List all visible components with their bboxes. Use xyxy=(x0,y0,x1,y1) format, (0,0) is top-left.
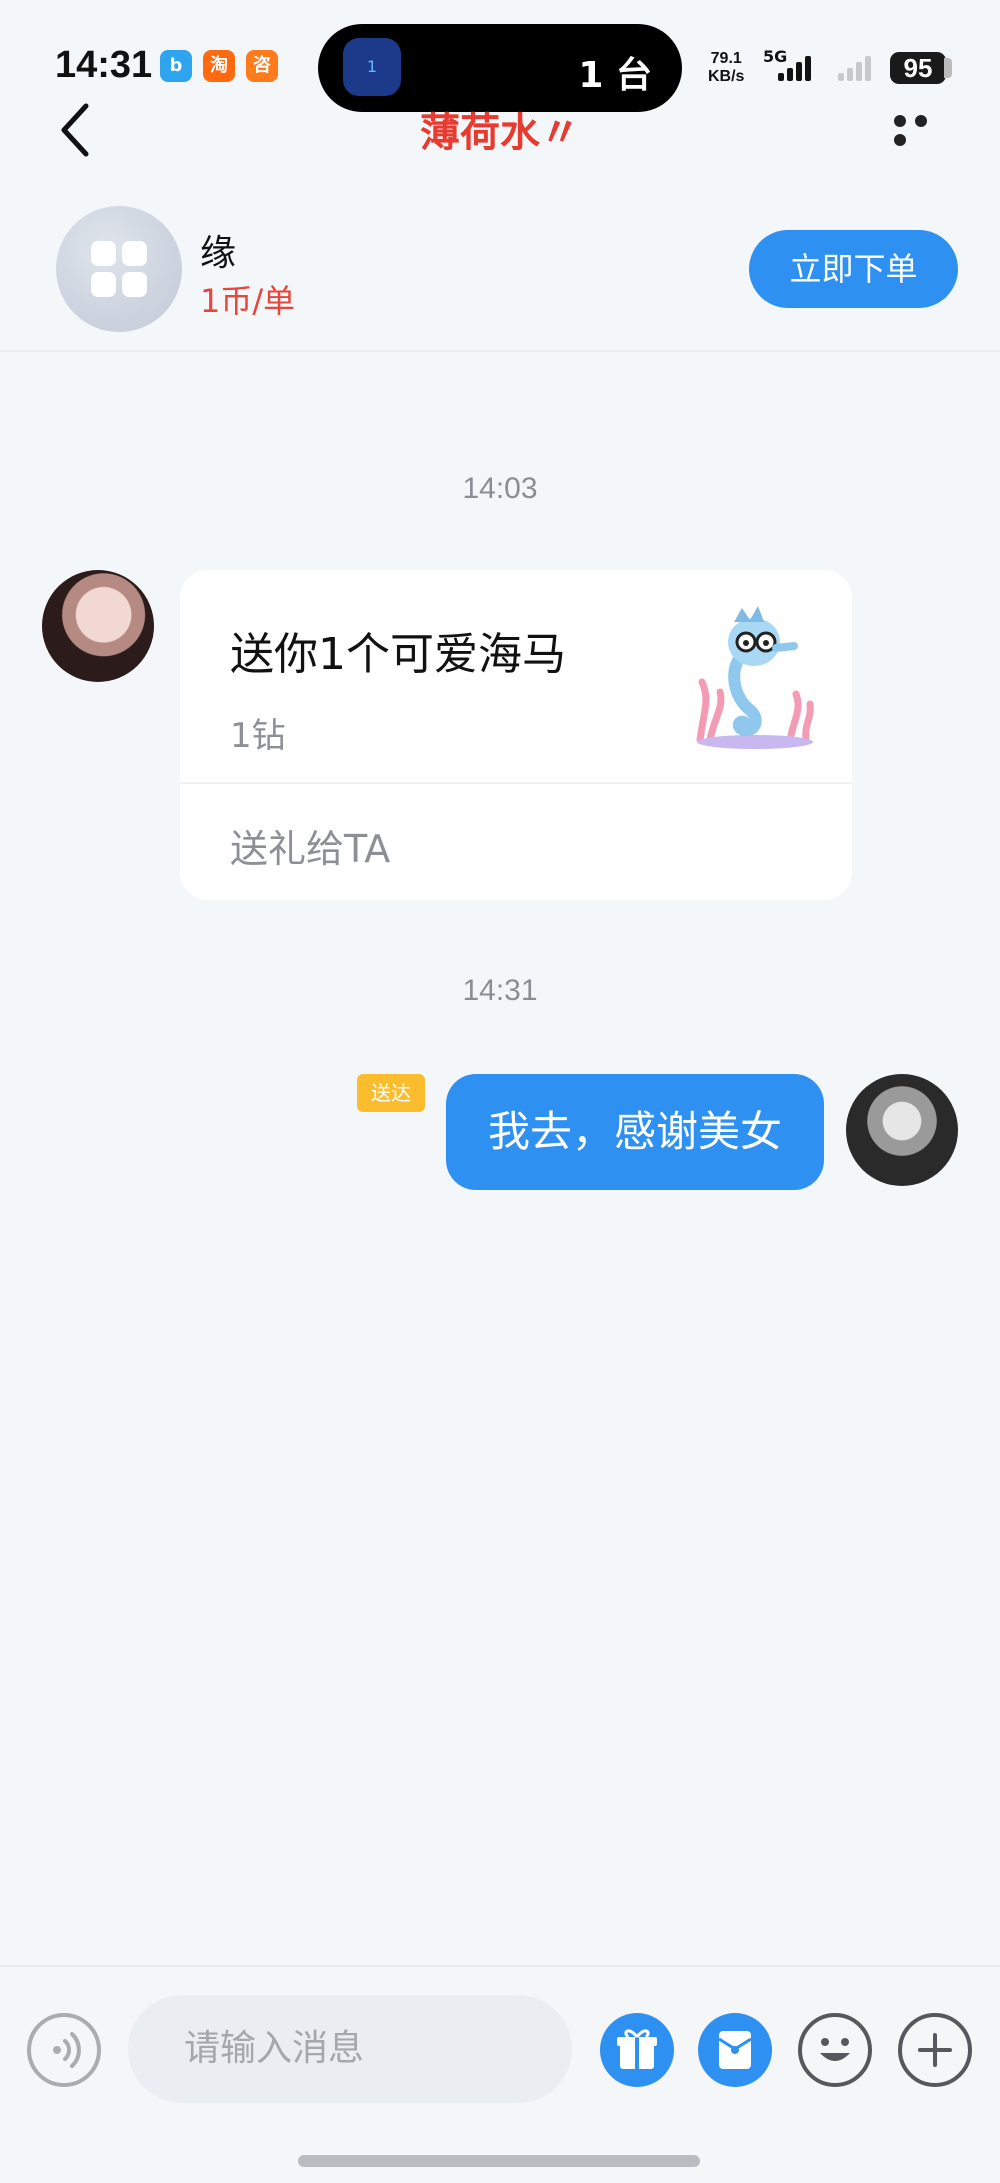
outgoing-message-bubble[interactable]: 我去，感谢美女 xyxy=(446,1074,824,1190)
battery-icon: 95 xyxy=(890,52,946,84)
input-bar: 请输入消息 xyxy=(0,1965,1000,2183)
message-input[interactable]: 请输入消息 xyxy=(128,1995,572,2103)
home-indicator[interactable] xyxy=(298,2155,700,2167)
app-notification-icon: 咨 xyxy=(246,50,278,82)
service-card: 缘 1币/单 立即下单 xyxy=(0,190,1000,352)
live-activity-count: 1 xyxy=(366,57,378,76)
service-price: 1币/单 xyxy=(200,282,296,320)
my-avatar[interactable] xyxy=(846,1074,958,1186)
gift-price: 1钻 xyxy=(230,716,286,756)
delivered-badge: 送达 xyxy=(357,1074,425,1112)
gift-divider xyxy=(180,782,852,784)
status-bar: 14:31 b 淘 咨 1 1 台 79.1 KB/s 5G 95 xyxy=(0,0,1000,112)
seahorse-gift-icon xyxy=(690,600,820,750)
live-activity-icon: 1 xyxy=(343,38,401,96)
more-icon[interactable] xyxy=(894,112,956,146)
taobao-notification-icon: 淘 xyxy=(203,50,235,82)
gift-title: 送你1个可爱海马 xyxy=(230,629,566,680)
voice-input-icon[interactable] xyxy=(27,2013,101,2087)
dynamic-island[interactable]: 1 1 台 xyxy=(318,24,682,112)
order-now-button[interactable]: 立即下单 xyxy=(749,230,958,308)
network-speed: 79.1 KB/s xyxy=(708,50,745,85)
add-more-icon[interactable] xyxy=(898,2013,972,2087)
clock: 14:31 xyxy=(55,44,153,86)
message-timestamp: 14:31 xyxy=(462,974,538,1007)
gift-message-card[interactable]: 送你1个可爱海马 1钻 送礼给TA xyxy=(180,570,852,900)
service-name: 缘 xyxy=(200,233,237,274)
signal-icon xyxy=(778,56,814,84)
app-notification-icon: b xyxy=(160,50,192,82)
service-avatar[interactable] xyxy=(56,206,182,332)
signal-secondary-icon xyxy=(838,56,874,84)
contact-avatar[interactable] xyxy=(42,570,154,682)
apps-grid-icon xyxy=(91,241,147,297)
send-gift-link[interactable]: 送礼给TA xyxy=(230,818,390,873)
gift-icon[interactable] xyxy=(600,2013,674,2087)
message-timestamp: 14:03 xyxy=(462,472,538,505)
emoji-icon[interactable] xyxy=(798,2013,872,2087)
battery-tip xyxy=(944,58,952,78)
chat-title: 薄荷水〃 xyxy=(420,110,580,150)
red-packet-icon[interactable] xyxy=(698,2013,772,2087)
live-activity-text: 1 台 xyxy=(578,55,652,96)
